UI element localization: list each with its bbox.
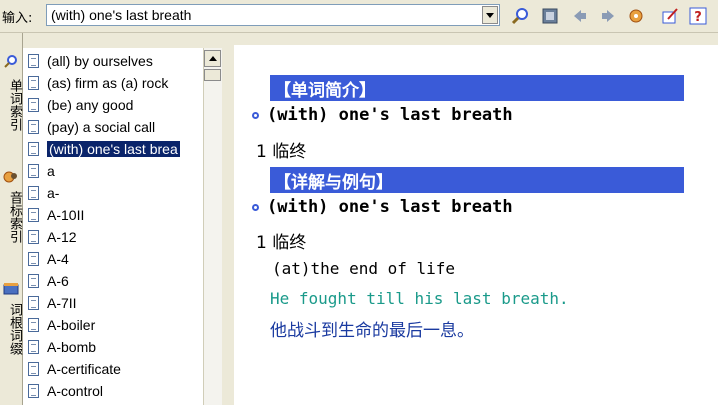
list-item[interactable]: A-certificate [23,358,203,380]
books-icon [3,281,19,295]
scroll-thumb[interactable] [204,69,221,81]
book-icon[interactable] [540,6,560,26]
tab-word-index[interactable]: 单词索引 [0,79,22,131]
section-header-summary: 【单词简介】 [270,75,684,101]
document-icon [28,142,39,156]
back-arrow-icon[interactable] [570,6,590,26]
sense-line: 1 临终 [256,233,307,253]
document-icon [28,98,39,112]
list-item[interactable]: A-10II [23,204,203,226]
list-item[interactable]: A-12 [23,226,203,248]
help-icon[interactable]: ? [688,6,708,26]
toolbar: 输入: (with) one's last breath ? [0,0,718,33]
list-item[interactable]: A-bomb [23,336,203,358]
left-tab-strip: 单词索引 音标索引 词根词缀 [0,33,23,405]
search-input[interactable]: (with) one's last breath [46,4,500,26]
word-list: (all) by ourselves (as) firm as (a) rock… [23,48,203,405]
sound-icon [3,169,19,183]
list-item[interactable]: A-boiler [23,314,203,336]
list-item[interactable]: A-control [23,380,203,402]
example-sentence-en: He fought till his last breath. [270,289,569,308]
list-item[interactable]: (be) any good [23,94,203,116]
tab-phonetic-index[interactable]: 音标索引 [0,191,22,243]
document-icon [28,362,39,376]
chevron-down-icon [486,12,494,18]
forward-arrow-icon[interactable] [598,6,618,26]
document-icon [28,296,39,310]
bullet-icon [252,203,259,211]
list-item[interactable]: (pay) a social call [23,116,203,138]
list-item[interactable]: a [23,160,203,182]
edit-icon[interactable] [660,6,680,26]
search-icon[interactable] [510,6,530,26]
entry-headword: (with) one's last breath [252,197,513,217]
definition-text: (at)the end of life [272,259,456,278]
search-input-value: (with) one's last breath [51,7,192,23]
dropdown-button[interactable] [482,6,498,24]
document-icon [28,340,39,354]
bullet-icon [252,111,259,119]
document-icon [28,54,39,68]
entry-headword: (with) one's last breath [252,105,513,125]
document-icon [28,318,39,332]
word-list-scrollbar[interactable] [203,48,222,405]
input-label: 输入: [2,11,33,26]
search-icon [3,53,19,68]
svg-text:?: ? [694,10,702,25]
document-icon [28,230,39,244]
document-icon [28,76,39,90]
chevron-up-icon [208,56,217,61]
list-item[interactable]: a- [23,182,203,204]
tools-icon[interactable] [626,6,646,26]
list-item[interactable]: A-4 [23,248,203,270]
document-icon [28,186,39,200]
document-icon [28,384,39,398]
scroll-up-button[interactable] [204,50,221,67]
definition-panel: 【单词简介】 (with) one's last breath 1 临终 【详解… [234,45,718,405]
example-sentence-zh: 他战斗到生命的最后一息。 [270,321,474,341]
document-icon [28,274,39,288]
tab-root-affix[interactable]: 词根词缀 [0,303,22,355]
document-icon [28,120,39,134]
list-item-selected[interactable]: (with) one's last brea [23,138,203,160]
list-item[interactable]: A-6 [23,270,203,292]
list-item[interactable]: (all) by ourselves [23,50,203,72]
pane-splitter[interactable] [222,33,234,405]
sense-line: 1 临终 [256,142,307,162]
section-header-details: 【详解与例句】 [270,167,684,193]
list-item[interactable]: (as) firm as (a) rock [23,72,203,94]
document-icon [28,252,39,266]
list-item[interactable]: A-7II [23,292,203,314]
document-icon [28,164,39,178]
document-icon [28,208,39,222]
